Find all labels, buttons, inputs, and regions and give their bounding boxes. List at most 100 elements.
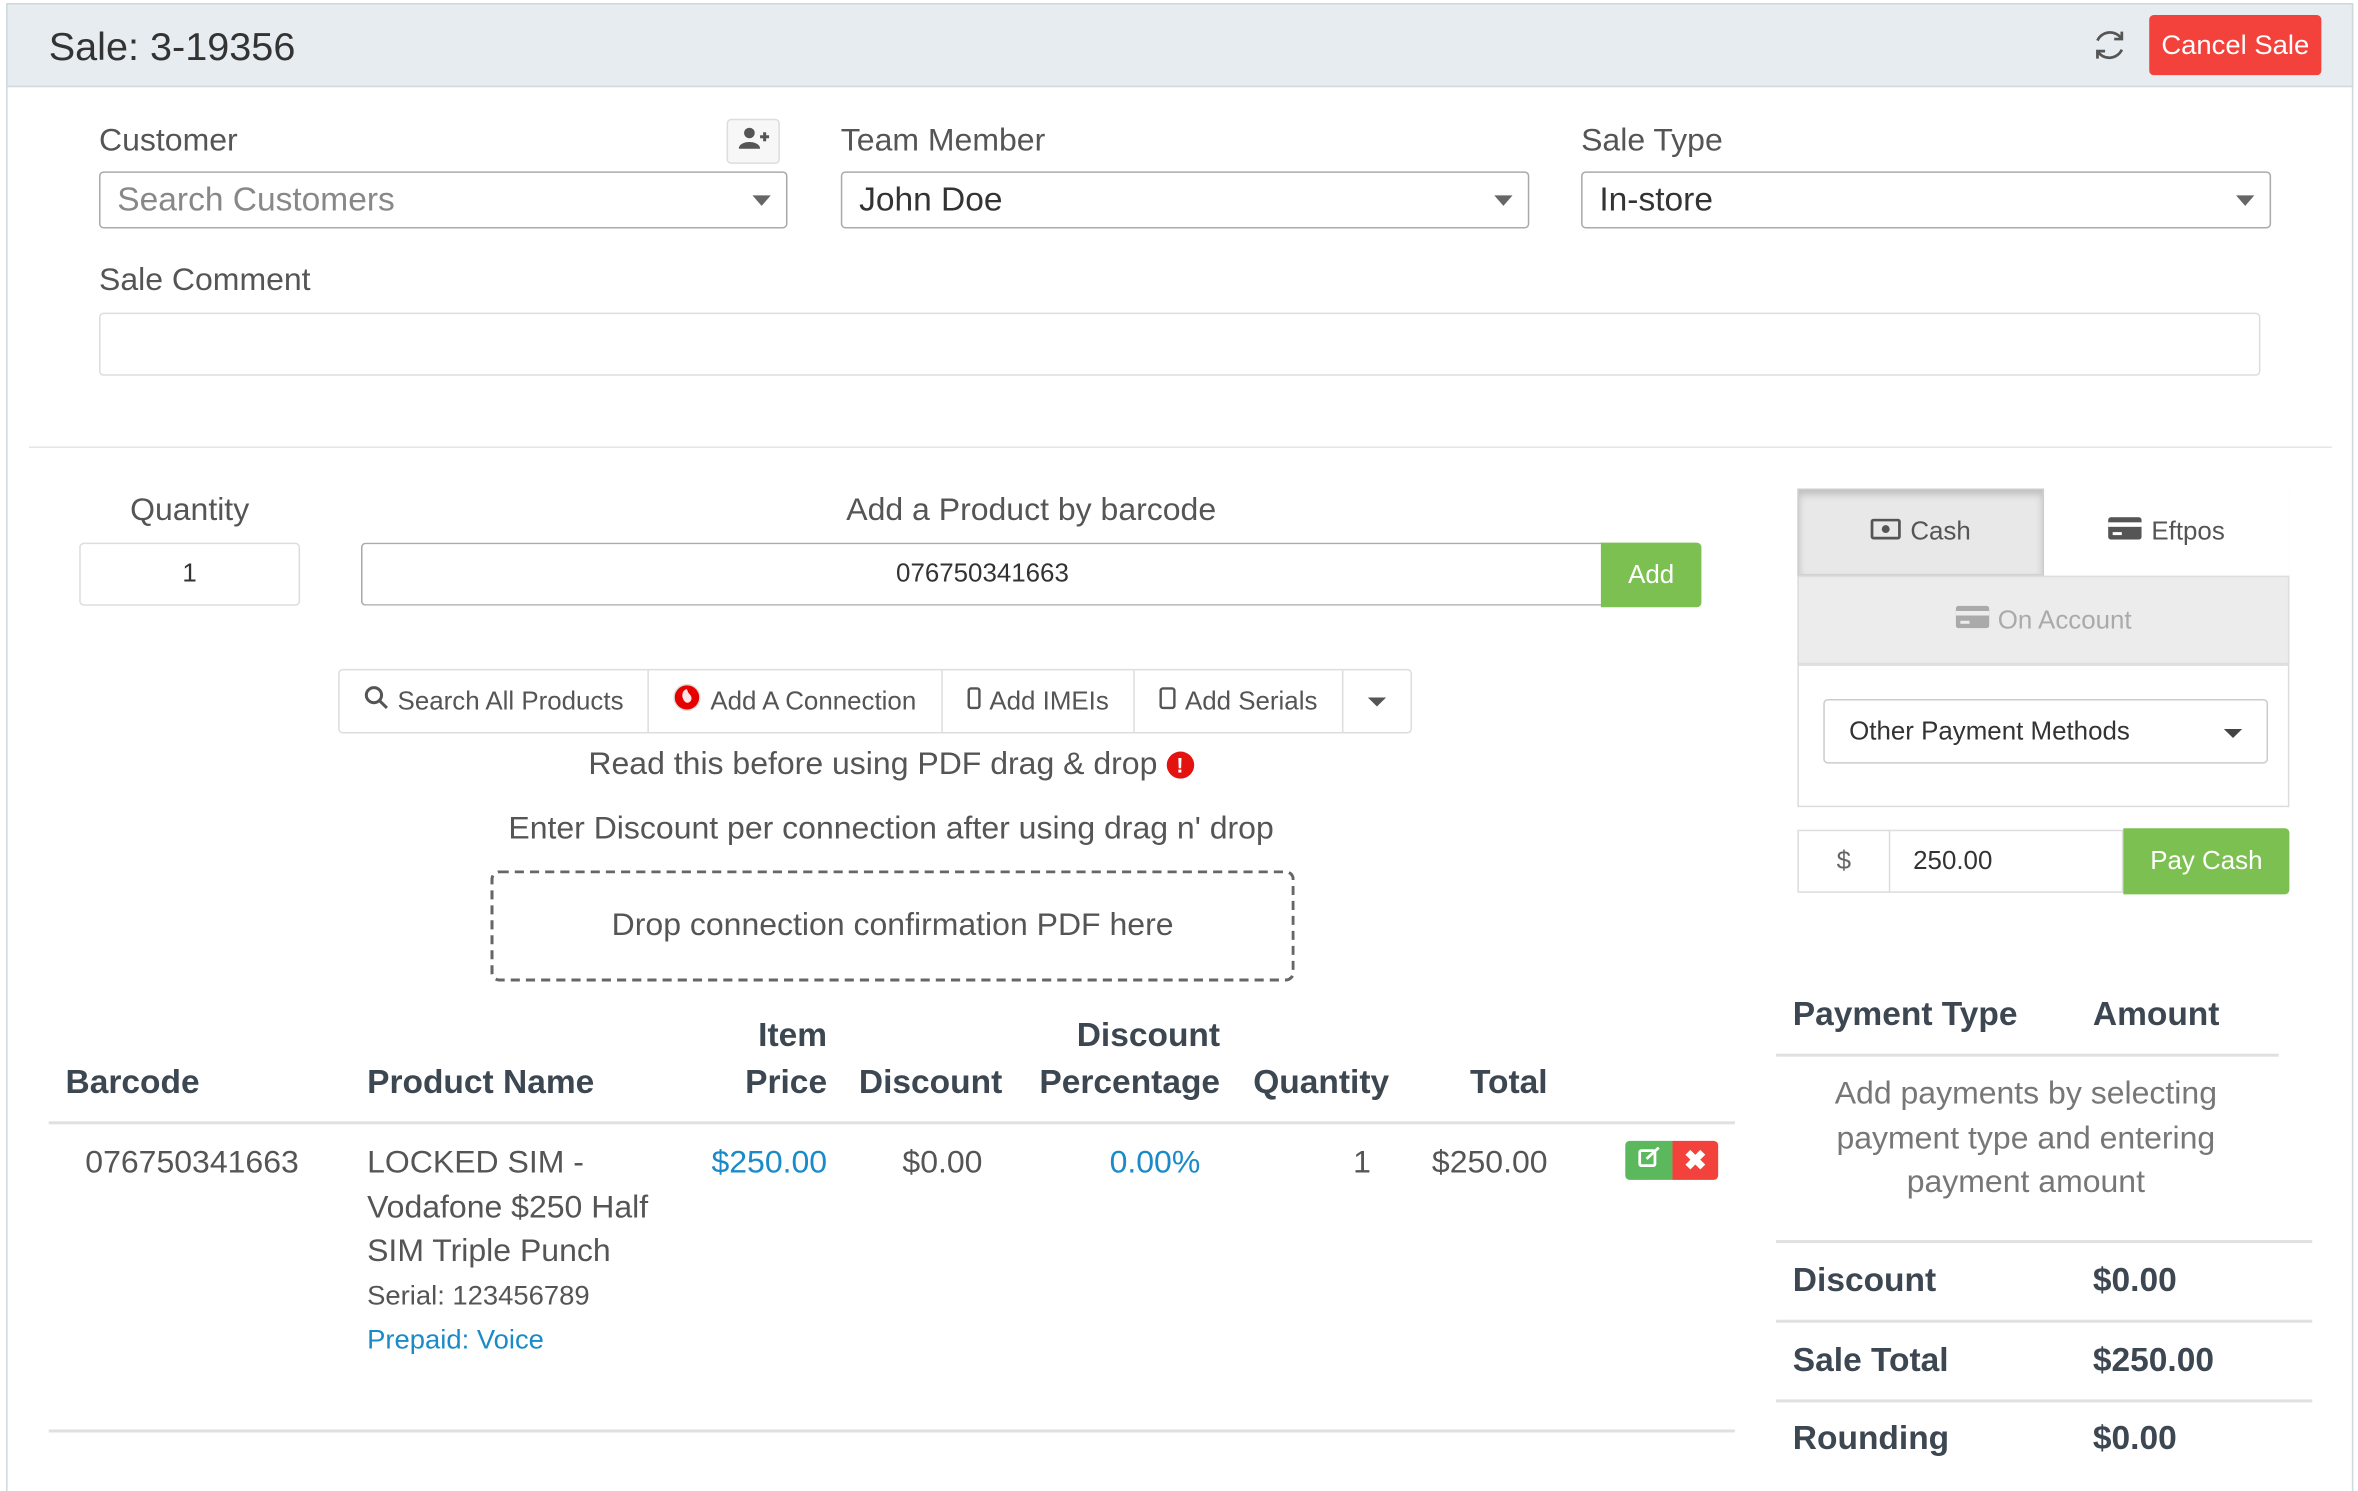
discount-value: $0.00 <box>2092 1261 2177 1299</box>
pdf-notice[interactable]: Read this before using PDF drag & drop ! <box>338 747 1444 783</box>
row-discount-percentage[interactable]: 0.00% <box>1051 1141 1201 1185</box>
row-total: $250.00 <box>1431 1145 1548 1180</box>
team-member-select[interactable]: John Doe <box>840 171 1530 229</box>
th-quantity: Quantity <box>1253 1062 1390 1101</box>
add-connection-button[interactable]: Add A Connection <box>649 670 943 733</box>
amount-header: Amount <box>2092 995 2220 1033</box>
close-icon: ✖ <box>1683 1144 1707 1175</box>
summary-divider <box>1776 1319 2313 1323</box>
th-item-price-line1: Item <box>758 1016 828 1054</box>
team-member-label: Team Member <box>840 123 1046 158</box>
sale-header <box>6 3 2354 88</box>
customer-label: Customer <box>99 123 238 158</box>
tab-on-account[interactable]: On Account <box>1797 575 2290 665</box>
page-title: Sale: 3-19356 <box>48 24 296 70</box>
th-item-price: Item Price <box>670 1012 827 1105</box>
tab-eftpos[interactable]: Eftpos <box>2044 488 2290 576</box>
table-row-divider <box>48 1429 1735 1433</box>
remove-line-button[interactable]: ✖ <box>1672 1140 1719 1180</box>
barcode-input[interactable]: 076750341663 <box>360 542 1603 606</box>
pdf-dropzone[interactable]: Drop connection confirmation PDF here <box>490 870 1295 982</box>
search-icon <box>364 685 388 717</box>
add-serials-button[interactable]: Add Serials <box>1135 670 1344 733</box>
edit-line-button[interactable] <box>1625 1140 1673 1180</box>
sale-comment-label: Sale Comment <box>99 263 311 298</box>
th-discount: Discount <box>858 1062 1003 1101</box>
summary-divider <box>1776 1399 2313 1403</box>
row-product-name-line1: LOCKED SIM - <box>367 1145 584 1180</box>
customer-search-placeholder: Search Customers <box>117 180 395 218</box>
th-barcode: Barcode <box>65 1062 200 1101</box>
rounding-label: Rounding <box>1792 1418 1950 1457</box>
vodafone-icon <box>673 683 702 719</box>
payments-empty-hint: Add payments by selecting payment type a… <box>1834 1076 2217 1200</box>
customer-search-select[interactable]: Search Customers <box>99 171 788 229</box>
sale-type-select[interactable]: In-store <box>1581 171 2272 229</box>
add-product-button[interactable]: Add <box>1600 542 1702 608</box>
caret-down-icon <box>2223 729 2243 739</box>
row-item-price[interactable]: $250.00 <box>670 1141 827 1185</box>
search-all-products-button[interactable]: Search All Products <box>340 670 650 733</box>
add-user-icon <box>737 126 769 158</box>
add-imeis-button[interactable]: Add IMEIs <box>942 670 1135 733</box>
add-imeis-label: Add IMEIs <box>989 686 1109 715</box>
payment-type-header: Payment Type <box>1792 995 2018 1033</box>
other-payment-methods-select[interactable]: Other Payment Methods <box>1823 698 2269 764</box>
exclamation-circle-icon: ! <box>1166 751 1194 779</box>
sale-total-label: Sale Total <box>1792 1340 1949 1379</box>
barcode-label: Add a Product by barcode <box>846 493 1217 528</box>
mobile-icon <box>966 686 981 716</box>
more-actions-dropdown[interactable] <box>1343 670 1410 732</box>
sale-comment-input[interactable] <box>99 312 2261 376</box>
tab-cash[interactable]: Cash <box>1797 488 2045 576</box>
chevron-down-icon <box>2236 195 2255 206</box>
chevron-down-icon <box>1494 195 1513 206</box>
th-discount-percentage: Discount Percentage <box>1021 1012 1221 1105</box>
credit-card-icon <box>2108 517 2143 547</box>
other-payment-methods-label: Other Payment Methods <box>1849 716 2130 745</box>
currency-addon: $ <box>1797 829 1891 893</box>
section-divider <box>28 446 2333 448</box>
caret-down-icon <box>1367 696 1386 706</box>
sale-type-label: Sale Type <box>1581 123 1723 158</box>
payment-amount-input[interactable]: 250.00 <box>1888 829 2124 893</box>
pdf-notice-text: Read this before using PDF drag & drop <box>588 747 1158 782</box>
discount-notice: Enter Discount per connection after usin… <box>508 811 1274 847</box>
th-discount-percentage-line2: Percentage <box>1039 1062 1221 1101</box>
tablet-icon <box>1159 686 1176 716</box>
tab-on-account-label: On Account <box>1997 604 2132 634</box>
rounding-value: $0.00 <box>2092 1418 2177 1457</box>
th-product-name: Product Name <box>367 1062 595 1101</box>
quantity-label: Quantity <box>130 493 250 528</box>
row-plan-link[interactable]: Prepaid: Voice <box>367 1318 672 1362</box>
tab-eftpos-label: Eftpos <box>2151 517 2225 546</box>
row-product-name: LOCKED SIM - Vodafone $250 Half SIM Trip… <box>367 1141 672 1363</box>
row-quantity: 1 <box>1353 1145 1371 1180</box>
summary-divider <box>1776 1053 2279 1057</box>
pay-cash-button[interactable]: Pay Cash <box>2123 828 2290 895</box>
th-discount-percentage-line1: Discount <box>1076 1016 1221 1054</box>
table-header-divider <box>48 1121 1735 1125</box>
discount-label: Discount <box>1792 1261 1937 1299</box>
cancel-sale-button[interactable]: Cancel Sale <box>2149 15 2322 76</box>
sale-type-value: In-store <box>1599 180 1713 218</box>
credit-card-icon <box>1955 604 1989 635</box>
sale-total-value: $250.00 <box>2092 1340 2215 1379</box>
product-action-group: Search All Products Add A Connection Add… <box>338 668 1412 734</box>
team-member-value: John Doe <box>859 180 1003 218</box>
row-serial: Serial: 123456789 <box>367 1279 590 1310</box>
th-total: Total <box>1470 1062 1548 1101</box>
row-discount: $0.00 <box>902 1145 983 1180</box>
add-customer-button[interactable] <box>726 118 780 164</box>
chevron-down-icon <box>752 195 771 206</box>
search-all-products-label: Search All Products <box>397 686 624 715</box>
add-connection-label: Add A Connection <box>710 686 917 715</box>
edit-icon <box>1637 1145 1661 1177</box>
tab-cash-label: Cash <box>1910 517 1971 546</box>
add-serials-label: Add Serials <box>1184 686 1318 715</box>
refresh-icon[interactable] <box>2090 26 2130 65</box>
row-barcode: 076750341663 <box>85 1145 299 1180</box>
summary-divider <box>1776 1240 2313 1244</box>
row-product-name-line2: Vodafone $250 Half <box>367 1189 649 1225</box>
quantity-input[interactable]: 1 <box>79 542 301 606</box>
